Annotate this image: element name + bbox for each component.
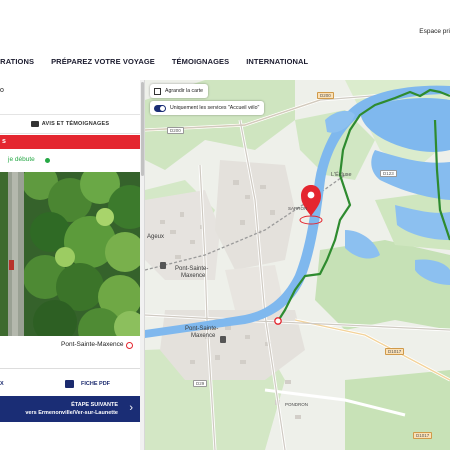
place-psm-lower-2: Maxence xyxy=(191,333,216,339)
train-station-icon xyxy=(220,336,226,343)
stage-photo[interactable] xyxy=(0,172,140,336)
enlarge-map-button[interactable]: Agrandir la carte xyxy=(150,84,209,98)
avis-label: AVIS ET TÉMOIGNAGES xyxy=(41,121,110,127)
next-stage-label: ÉTAPE SUIVANTE xyxy=(71,402,118,408)
place-psm-upper-2: Maxence xyxy=(181,273,206,279)
divider xyxy=(0,368,140,369)
active-tab-bar[interactable]: s xyxy=(0,135,140,149)
print-icon xyxy=(65,380,74,388)
active-tab-fragment: s xyxy=(2,138,6,145)
nav-preparez-voyage[interactable]: PRÉPAREZ VOTRE VOYAGE xyxy=(51,57,155,66)
level-dot-icon xyxy=(45,158,50,163)
place-lecluse: L'Écluse xyxy=(331,172,352,178)
nav-temoignages[interactable]: TÉMOIGNAGES xyxy=(172,57,229,66)
toggle-switch[interactable] xyxy=(154,104,166,112)
nav-inspirations[interactable]: IRATIONS xyxy=(0,57,34,66)
road-badge: D1017 xyxy=(385,348,405,355)
place-sarron: SARRON xyxy=(288,206,308,211)
place-psm-upper-1: Pont-Sainte- xyxy=(175,266,209,272)
export-link[interactable]: X xyxy=(0,381,4,387)
site-header: Espace pri IRATIONS PRÉPAREZ VOTRE VOYAG… xyxy=(0,0,450,80)
page: Espace pri IRATIONS PRÉPAREZ VOTRE VOYAG… xyxy=(0,0,450,450)
road-badge: D200 xyxy=(167,127,184,134)
road-badge: D1017 xyxy=(413,432,433,439)
fiche-pdf-button[interactable]: FICHE PDF xyxy=(81,381,110,387)
place-pondron: PONDRON xyxy=(285,402,309,407)
panel-title-fragment: o xyxy=(0,87,4,94)
road-badge: D200 xyxy=(317,92,334,99)
avis-tab[interactable]: AVIS ET TÉMOIGNAGES xyxy=(0,114,140,134)
accueil-velo-filter[interactable]: Uniquement les services "Accueil vélo" xyxy=(150,101,265,115)
espace-pro-link[interactable]: Espace pri xyxy=(419,28,450,35)
next-stage-button[interactable]: ÉTAPE SUIVANTE vers Ermenonville/Ver-sur… xyxy=(0,396,140,422)
photo-location-label: Pont-Sainte-Maxence xyxy=(61,341,124,348)
stage-panel: o AVIS ET TÉMOIGNAGES s je débute Pont-S… xyxy=(0,80,145,450)
train-station-icon xyxy=(160,262,166,269)
road-badge: D123 xyxy=(380,170,397,177)
panel-scrollbar-thumb[interactable] xyxy=(141,82,144,176)
route-map[interactable]: Agrandir la carte Uniquement les service… xyxy=(145,80,450,450)
place-ageux: Ageux xyxy=(147,234,165,240)
enlarge-map-label: Agrandir la carte xyxy=(165,88,204,94)
level-label: je débute xyxy=(8,156,35,163)
map-canvas xyxy=(145,80,450,450)
forest-photo-graphic xyxy=(0,172,140,336)
arrow-right-icon: › xyxy=(129,402,133,414)
nav-international[interactable]: INTERNATIONAL xyxy=(246,57,308,66)
expand-icon xyxy=(154,87,161,95)
next-stage-destination: vers Ermenonville/Ver-sur-Launette xyxy=(25,410,118,416)
main-nav: IRATIONS PRÉPAREZ VOTRE VOYAGE TÉMOIGNAG… xyxy=(0,54,325,68)
accueil-velo-label: Uniquement les services "Accueil vélo" xyxy=(170,105,260,111)
place-psm-lower-1: Pont-Sainte- xyxy=(185,326,219,332)
location-marker-icon xyxy=(126,342,133,349)
road-badge: D29 xyxy=(193,380,208,387)
comment-icon xyxy=(30,121,39,127)
